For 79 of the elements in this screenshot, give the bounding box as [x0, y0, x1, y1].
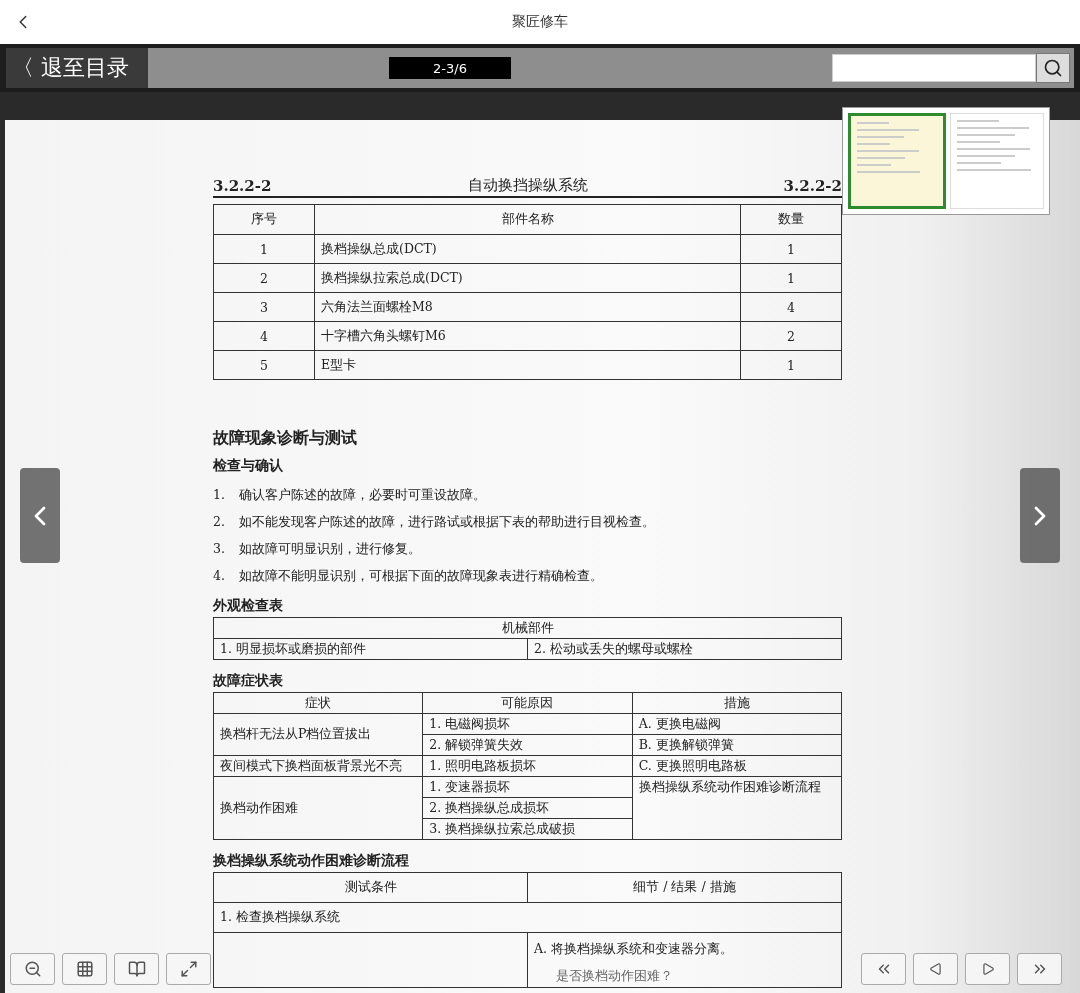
table-cell: 1. 检查换档操纵系统 [213, 902, 842, 933]
section-code: 3.2.2-2 [213, 177, 272, 195]
step-number: 3. [213, 541, 226, 558]
table-cell: 4 [740, 292, 842, 322]
table-cell: 换档操纵总成(DCT) [314, 234, 741, 264]
subsection-heading: 检查与确认 [213, 457, 284, 475]
table-cell: 1 [740, 350, 842, 380]
page-indicator: 2-3/6 [389, 57, 511, 79]
app-title: 聚匠修车 [512, 13, 568, 31]
column-header: 细节 / 结果 / 措施 [527, 872, 842, 903]
column-header: 措施 [632, 692, 842, 714]
column-header: 可能原因 [422, 692, 633, 714]
table-cell: 换档操纵拉索总成(DCT) [314, 263, 741, 293]
page-title: 自动换挡操纵系统 [467, 176, 588, 195]
zoom-out-button[interactable] [10, 953, 55, 985]
thumbnail-page[interactable] [848, 113, 946, 209]
column-header: 部件名称 [314, 204, 741, 235]
back-to-contents-button[interactable]: 〈 退至目录 [6, 48, 148, 88]
column-header: 机械部件 [213, 617, 842, 639]
table-cell: 1 [740, 263, 842, 293]
column-header: 测试条件 [213, 872, 528, 903]
table-cell: 3 [213, 292, 315, 322]
first-page-button[interactable] [861, 953, 906, 985]
grid-view-button[interactable] [62, 953, 107, 985]
book-button[interactable] [114, 953, 159, 985]
previous-page-button[interactable] [20, 468, 60, 563]
table-cell: 1. 明显损坏或磨损的部件 [213, 638, 528, 660]
table-title: 故障症状表 [213, 672, 284, 690]
table-cell: B. 更换解锁弹簧 [632, 734, 842, 756]
table-cell: 1 [213, 234, 315, 264]
table-title: 外观检查表 [213, 597, 284, 615]
table-cell: 4 [213, 321, 315, 351]
table-cell: 六角法兰面螺栓M8 [314, 292, 741, 322]
zoom-out-icon [23, 960, 42, 978]
last-page-button[interactable] [1017, 953, 1062, 985]
table-cell: 1. 变速器损坏 [422, 776, 633, 798]
table-cell: 2. 解锁弹簧失效 [422, 734, 633, 756]
step-text: 如不能发现客户陈述的故障，进行路试或根据下表的帮助进行目视检查。 [239, 514, 655, 531]
table-cell: E型卡 [314, 350, 741, 380]
search-button[interactable] [1036, 53, 1070, 83]
search-icon [1043, 58, 1063, 78]
action-text: A. 将换档操纵系统和变速器分离。 [534, 941, 734, 958]
expand-icon [179, 960, 198, 978]
table-cell: 5 [213, 350, 315, 380]
step-text: 确认客户陈述的故障，必要时可重设故障。 [239, 487, 486, 504]
step-text: 如故障不能明显识别，可根据下面的故障现象表进行精确检查。 [239, 568, 603, 585]
column-header: 症状 [213, 692, 423, 714]
step-number: 4. [213, 568, 226, 585]
grid-icon [75, 960, 94, 978]
table-cell: 十字槽六角头螺钉M6 [314, 321, 741, 351]
triangle-right-icon [980, 962, 995, 976]
table-cell: A. 更换电磁阀 [632, 713, 842, 735]
table-title: 换档操纵系统动作困难诊断流程 [213, 852, 410, 870]
section-heading: 故障现象诊断与测试 [213, 428, 358, 449]
table-cell: 换档动作困难 [213, 776, 423, 840]
previous-button[interactable] [913, 953, 958, 985]
next-button[interactable] [965, 953, 1010, 985]
table-cell: 2 [213, 263, 315, 293]
fullscreen-button[interactable] [166, 953, 211, 985]
step-text: 如故障可明显识别，进行修复。 [239, 541, 421, 558]
step-number: 1. [213, 487, 226, 504]
section-code: 3.2.2-2 [783, 177, 842, 195]
table-cell: 1 [740, 234, 842, 264]
question-text: 是否换档动作困难？ [556, 968, 674, 985]
table-cell: 1. 电磁阀损坏 [422, 713, 633, 735]
table-cell: 2. 松动或丢失的螺母或螺栓 [527, 638, 842, 660]
triangle-left-icon [928, 962, 943, 976]
table-cell: 2 [740, 321, 842, 351]
search-field[interactable] [832, 54, 1036, 82]
table-cell: C. 更换照明电路板 [632, 755, 842, 777]
table-cell: 夜间模式下换档面板背景光不亮 [213, 755, 423, 777]
book-icon [127, 960, 146, 978]
table-cell: 换档操纵系统动作困难诊断流程 [632, 776, 842, 840]
table-cell: 1. 照明电路板损坏 [422, 755, 633, 777]
next-page-button[interactable] [1020, 468, 1060, 563]
column-header: 序号 [213, 204, 315, 235]
table-cell: 换档杆无法从P档位置拔出 [213, 713, 423, 756]
column-header: 数量 [740, 204, 842, 235]
step-number: 2. [213, 514, 226, 531]
